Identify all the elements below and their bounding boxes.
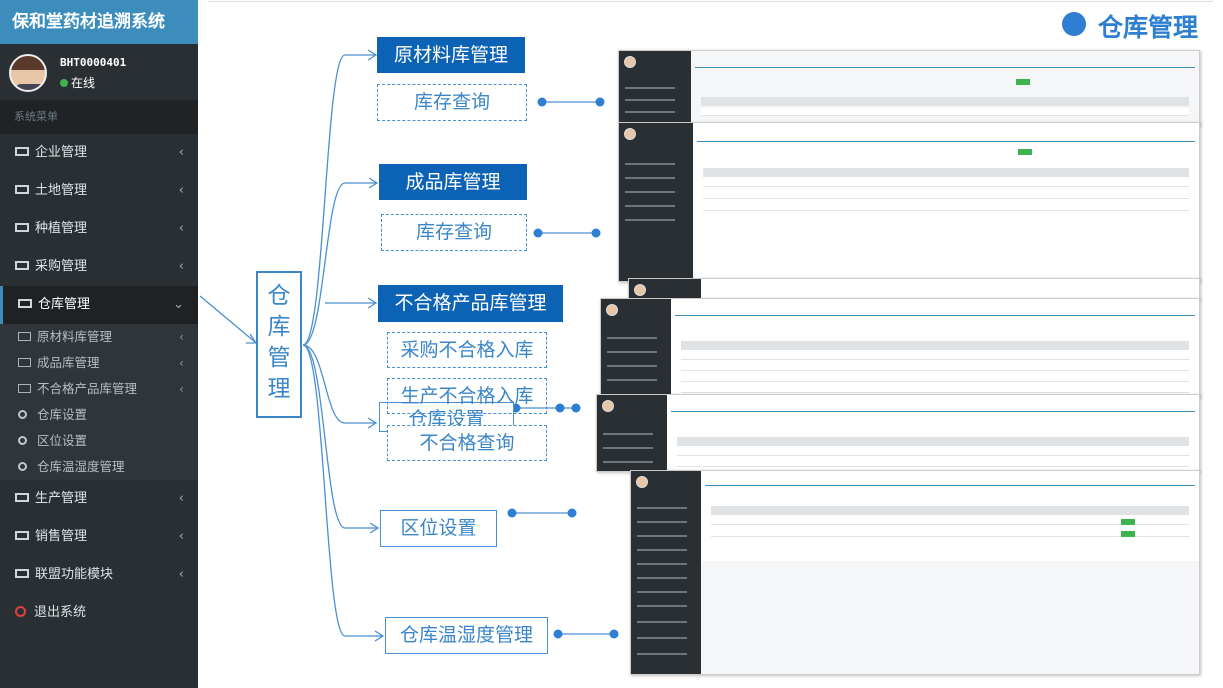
screenshot-unqualified-header [628, 278, 1200, 300]
screenshot-warehouse-settings [600, 298, 1200, 398]
connector-temp [302, 344, 383, 637]
central-char: 理 [267, 376, 291, 402]
node-raw-stock-query: 库存查询 [377, 84, 527, 121]
central-char: 仓 [267, 283, 291, 309]
connector-warehouse-settings [302, 344, 376, 424]
screenshot-temp-humidity [630, 470, 1200, 675]
node-zone-settings: 区位设置 [380, 510, 497, 547]
node-finished: 成品库管理 [379, 164, 527, 200]
central-char: 管 [267, 345, 291, 371]
node-unqualified-query: 不合格查询 [387, 425, 547, 461]
node-temp-humidity: 仓库温湿度管理 [385, 617, 548, 654]
screenshot-zone-settings [596, 394, 1200, 472]
connector-raw [302, 54, 375, 346]
node-finished-stock-query: 库存查询 [381, 214, 527, 251]
central-char: 库 [267, 314, 291, 340]
screenshot-finished [618, 122, 1200, 282]
node-purchase-unqualified: 采购不合格入库 [387, 332, 547, 368]
node-production-unqualified: 生产不合格入库 [387, 378, 547, 414]
pointer-line [199, 295, 256, 343]
central-warehouse-label: 仓 库 管 理 [256, 271, 302, 418]
connector-finished [302, 182, 376, 346]
node-raw-material: 原材料库管理 [377, 37, 525, 73]
connector-zone [302, 344, 378, 529]
node-unqualified: 不合格产品库管理 [378, 285, 563, 322]
screenshot-raw-material [618, 50, 1200, 126]
